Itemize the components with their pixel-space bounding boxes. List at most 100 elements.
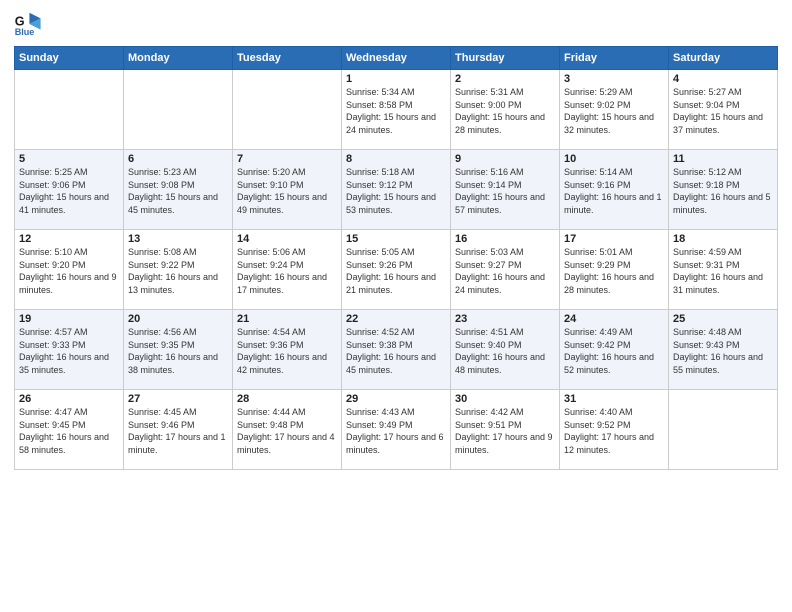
day-cell: 15Sunrise: 5:05 AM Sunset: 9:26 PM Dayli… [342, 230, 451, 310]
day-cell: 6Sunrise: 5:23 AM Sunset: 9:08 PM Daylig… [124, 150, 233, 230]
day-cell [124, 70, 233, 150]
day-number: 24 [564, 313, 664, 325]
header-day-friday: Friday [560, 47, 669, 70]
week-row-4: 19Sunrise: 4:57 AM Sunset: 9:33 PM Dayli… [15, 310, 778, 390]
day-number: 21 [237, 313, 337, 325]
day-number: 3 [564, 73, 664, 85]
page: G Blue SundayMondayTuesdayWednesdayThurs… [0, 0, 792, 612]
day-info: Sunrise: 5:14 AM Sunset: 9:16 PM Dayligh… [564, 166, 664, 216]
day-cell [669, 390, 778, 470]
day-info: Sunrise: 4:43 AM Sunset: 9:49 PM Dayligh… [346, 406, 446, 456]
day-info: Sunrise: 5:12 AM Sunset: 9:18 PM Dayligh… [673, 166, 773, 216]
day-info: Sunrise: 5:06 AM Sunset: 9:24 PM Dayligh… [237, 246, 337, 296]
day-cell: 1Sunrise: 5:34 AM Sunset: 8:58 PM Daylig… [342, 70, 451, 150]
day-cell: 28Sunrise: 4:44 AM Sunset: 9:48 PM Dayli… [233, 390, 342, 470]
day-info: Sunrise: 5:27 AM Sunset: 9:04 PM Dayligh… [673, 86, 773, 136]
day-cell: 29Sunrise: 4:43 AM Sunset: 9:49 PM Dayli… [342, 390, 451, 470]
day-cell: 26Sunrise: 4:47 AM Sunset: 9:45 PM Dayli… [15, 390, 124, 470]
logo-icon: G Blue [14, 10, 42, 38]
week-row-3: 12Sunrise: 5:10 AM Sunset: 9:20 PM Dayli… [15, 230, 778, 310]
day-cell: 13Sunrise: 5:08 AM Sunset: 9:22 PM Dayli… [124, 230, 233, 310]
logo: G Blue [14, 10, 46, 38]
day-cell: 25Sunrise: 4:48 AM Sunset: 9:43 PM Dayli… [669, 310, 778, 390]
day-number: 11 [673, 153, 773, 165]
day-number: 12 [19, 233, 119, 245]
header-row: SundayMondayTuesdayWednesdayThursdayFrid… [15, 47, 778, 70]
day-number: 23 [455, 313, 555, 325]
day-number: 31 [564, 393, 664, 405]
day-info: Sunrise: 4:40 AM Sunset: 9:52 PM Dayligh… [564, 406, 664, 456]
day-cell [233, 70, 342, 150]
day-cell: 23Sunrise: 4:51 AM Sunset: 9:40 PM Dayli… [451, 310, 560, 390]
day-cell: 31Sunrise: 4:40 AM Sunset: 9:52 PM Dayli… [560, 390, 669, 470]
day-cell: 3Sunrise: 5:29 AM Sunset: 9:02 PM Daylig… [560, 70, 669, 150]
day-info: Sunrise: 4:45 AM Sunset: 9:46 PM Dayligh… [128, 406, 228, 456]
day-info: Sunrise: 4:48 AM Sunset: 9:43 PM Dayligh… [673, 326, 773, 376]
day-cell: 30Sunrise: 4:42 AM Sunset: 9:51 PM Dayli… [451, 390, 560, 470]
day-cell: 27Sunrise: 4:45 AM Sunset: 9:46 PM Dayli… [124, 390, 233, 470]
day-info: Sunrise: 5:18 AM Sunset: 9:12 PM Dayligh… [346, 166, 446, 216]
day-info: Sunrise: 5:34 AM Sunset: 8:58 PM Dayligh… [346, 86, 446, 136]
day-info: Sunrise: 4:47 AM Sunset: 9:45 PM Dayligh… [19, 406, 119, 456]
day-number: 8 [346, 153, 446, 165]
day-cell: 11Sunrise: 5:12 AM Sunset: 9:18 PM Dayli… [669, 150, 778, 230]
day-info: Sunrise: 4:57 AM Sunset: 9:33 PM Dayligh… [19, 326, 119, 376]
day-cell: 19Sunrise: 4:57 AM Sunset: 9:33 PM Dayli… [15, 310, 124, 390]
day-number: 18 [673, 233, 773, 245]
day-cell: 4Sunrise: 5:27 AM Sunset: 9:04 PM Daylig… [669, 70, 778, 150]
day-number: 28 [237, 393, 337, 405]
svg-text:Blue: Blue [15, 27, 35, 37]
day-info: Sunrise: 5:01 AM Sunset: 9:29 PM Dayligh… [564, 246, 664, 296]
day-number: 20 [128, 313, 228, 325]
day-number: 14 [237, 233, 337, 245]
day-cell: 10Sunrise: 5:14 AM Sunset: 9:16 PM Dayli… [560, 150, 669, 230]
header: G Blue [14, 10, 778, 38]
week-row-2: 5Sunrise: 5:25 AM Sunset: 9:06 PM Daylig… [15, 150, 778, 230]
day-number: 7 [237, 153, 337, 165]
day-number: 13 [128, 233, 228, 245]
day-number: 9 [455, 153, 555, 165]
day-cell: 7Sunrise: 5:20 AM Sunset: 9:10 PM Daylig… [233, 150, 342, 230]
day-cell: 9Sunrise: 5:16 AM Sunset: 9:14 PM Daylig… [451, 150, 560, 230]
day-number: 30 [455, 393, 555, 405]
day-info: Sunrise: 5:31 AM Sunset: 9:00 PM Dayligh… [455, 86, 555, 136]
day-info: Sunrise: 5:08 AM Sunset: 9:22 PM Dayligh… [128, 246, 228, 296]
day-number: 10 [564, 153, 664, 165]
day-info: Sunrise: 4:42 AM Sunset: 9:51 PM Dayligh… [455, 406, 555, 456]
day-cell: 17Sunrise: 5:01 AM Sunset: 9:29 PM Dayli… [560, 230, 669, 310]
header-day-sunday: Sunday [15, 47, 124, 70]
header-day-monday: Monday [124, 47, 233, 70]
day-info: Sunrise: 4:56 AM Sunset: 9:35 PM Dayligh… [128, 326, 228, 376]
day-info: Sunrise: 4:49 AM Sunset: 9:42 PM Dayligh… [564, 326, 664, 376]
day-number: 6 [128, 153, 228, 165]
day-info: Sunrise: 4:51 AM Sunset: 9:40 PM Dayligh… [455, 326, 555, 376]
day-cell: 16Sunrise: 5:03 AM Sunset: 9:27 PM Dayli… [451, 230, 560, 310]
day-cell: 20Sunrise: 4:56 AM Sunset: 9:35 PM Dayli… [124, 310, 233, 390]
day-number: 17 [564, 233, 664, 245]
header-day-saturday: Saturday [669, 47, 778, 70]
day-number: 19 [19, 313, 119, 325]
day-info: Sunrise: 5:16 AM Sunset: 9:14 PM Dayligh… [455, 166, 555, 216]
day-cell [15, 70, 124, 150]
day-cell: 18Sunrise: 4:59 AM Sunset: 9:31 PM Dayli… [669, 230, 778, 310]
day-info: Sunrise: 5:03 AM Sunset: 9:27 PM Dayligh… [455, 246, 555, 296]
day-info: Sunrise: 5:10 AM Sunset: 9:20 PM Dayligh… [19, 246, 119, 296]
day-info: Sunrise: 4:59 AM Sunset: 9:31 PM Dayligh… [673, 246, 773, 296]
day-info: Sunrise: 5:29 AM Sunset: 9:02 PM Dayligh… [564, 86, 664, 136]
week-row-1: 1Sunrise: 5:34 AM Sunset: 8:58 PM Daylig… [15, 70, 778, 150]
day-number: 4 [673, 73, 773, 85]
svg-text:G: G [15, 14, 25, 28]
day-info: Sunrise: 4:52 AM Sunset: 9:38 PM Dayligh… [346, 326, 446, 376]
day-cell: 21Sunrise: 4:54 AM Sunset: 9:36 PM Dayli… [233, 310, 342, 390]
day-info: Sunrise: 5:05 AM Sunset: 9:26 PM Dayligh… [346, 246, 446, 296]
day-info: Sunrise: 4:44 AM Sunset: 9:48 PM Dayligh… [237, 406, 337, 456]
day-info: Sunrise: 5:25 AM Sunset: 9:06 PM Dayligh… [19, 166, 119, 216]
day-info: Sunrise: 5:20 AM Sunset: 9:10 PM Dayligh… [237, 166, 337, 216]
day-number: 29 [346, 393, 446, 405]
day-number: 22 [346, 313, 446, 325]
day-cell: 22Sunrise: 4:52 AM Sunset: 9:38 PM Dayli… [342, 310, 451, 390]
week-row-5: 26Sunrise: 4:47 AM Sunset: 9:45 PM Dayli… [15, 390, 778, 470]
header-day-wednesday: Wednesday [342, 47, 451, 70]
day-number: 25 [673, 313, 773, 325]
calendar-table: SundayMondayTuesdayWednesdayThursdayFrid… [14, 46, 778, 470]
